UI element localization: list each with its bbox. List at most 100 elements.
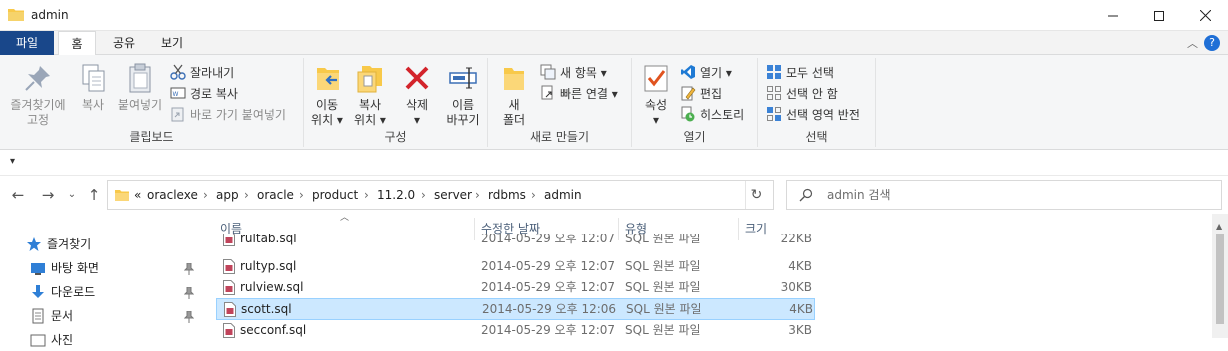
breadcrumb-product[interactable]: product — [312, 181, 358, 209]
select-all-icon — [767, 65, 781, 79]
group-select: 모두 선택 선택 안 함 선택 영역 반전 선택 — [758, 58, 876, 147]
tab-share[interactable]: 공유 — [104, 31, 144, 55]
edit-button[interactable]: 편집 — [680, 85, 722, 104]
move-to-label-2: 위치 ▾ — [311, 113, 343, 127]
breadcrumb-overflow[interactable]: « — [134, 181, 141, 209]
new-item-button[interactable]: 새 항목 ▾ — [540, 64, 607, 83]
breadcrumb-separator[interactable]: › — [299, 181, 304, 209]
tab-file[interactable]: 파일 — [0, 31, 54, 55]
copy-icon — [82, 64, 105, 92]
properties-label: 속성 — [644, 98, 668, 112]
vertical-scrollbar[interactable]: ▲ — [1212, 214, 1228, 338]
navigation-pane: 즐겨찾기 바탕 화면 다운로드 문서 사진 — [0, 214, 206, 347]
invert-selection-button[interactable]: 선택 영역 반전 — [766, 106, 860, 125]
file-date: 2014-05-29 오후 12:07 — [481, 259, 616, 273]
select-none-button[interactable]: 선택 안 함 — [766, 85, 838, 104]
back-arrow-icon[interactable]: ← — [8, 185, 28, 205]
breadcrumb-app[interactable]: app — [216, 181, 239, 209]
breadcrumb-separator[interactable]: › — [203, 181, 208, 209]
group-organize: 이동 위치 ▾ 복사 위치 ▾ 삭제 ▾ 이름 바꾸기 구성 — [304, 58, 488, 147]
breadcrumb-separator[interactable]: › — [421, 181, 426, 209]
customize-quick-access-icon[interactable]: ▾ — [10, 156, 15, 167]
nav-item-pictures[interactable]: 사진 — [30, 329, 73, 351]
minimize-button[interactable] — [1090, 0, 1136, 31]
pin-icon[interactable] — [184, 263, 194, 275]
table-row[interactable]: rultab.sql 2014-05-29 오후 12:07 SQL 원본 파일… — [216, 234, 815, 249]
pin-icon[interactable] — [184, 311, 194, 323]
open-button[interactable]: 열기 ▾ — [680, 64, 732, 83]
pictures-icon — [30, 334, 46, 347]
copy-button[interactable]: 복사 — [74, 62, 112, 113]
properties-button[interactable]: 속성 ▾ — [638, 62, 674, 128]
sql-file-icon — [223, 234, 235, 246]
breadcrumb-server[interactable]: server — [434, 181, 472, 209]
new-folder-label-2: 폴더 — [502, 113, 526, 127]
breadcrumb-admin[interactable]: admin — [544, 181, 582, 209]
refresh-icon[interactable]: ↻ — [745, 181, 767, 209]
breadcrumb-separator[interactable]: › — [364, 181, 369, 209]
select-all-button[interactable]: 모두 선택 — [766, 64, 834, 83]
scrollbar-thumb[interactable] — [1216, 234, 1224, 324]
nav-item-documents[interactable]: 문서 — [30, 305, 73, 327]
group-clipboard: 즐겨찾기에 고정 복사 붙여넣기 잘라내기 W 경로 복사 바로 가기 붙여넣기… — [0, 58, 304, 147]
download-arrow-icon — [32, 285, 44, 298]
file-size: 4KB — [788, 259, 812, 273]
breadcrumb-separator[interactable]: › — [475, 181, 480, 209]
up-arrow-icon[interactable]: ↑ — [84, 185, 104, 205]
nav-item-downloads[interactable]: 다운로드 — [30, 281, 95, 303]
ribbon-collapse-icon[interactable]: ︿ — [1187, 35, 1198, 51]
svg-text:W: W — [173, 91, 179, 98]
nav-label: 바탕 화면 — [51, 261, 99, 275]
nav-item-quick-access[interactable]: 즐겨찾기 — [26, 233, 91, 255]
tab-home[interactable]: 홈 — [58, 31, 96, 56]
sql-file-icon — [223, 259, 235, 274]
pin-icon[interactable] — [184, 287, 194, 299]
close-icon — [1199, 10, 1211, 21]
maximize-button[interactable] — [1136, 0, 1182, 31]
paste-shortcut-icon — [171, 107, 184, 122]
close-button[interactable] — [1182, 0, 1228, 31]
paste-shortcut-button[interactable]: 바로 가기 붙여넣기 — [170, 106, 286, 125]
table-row[interactable]: rultyp.sql 2014-05-29 오후 12:07 SQL 원본 파일… — [216, 256, 815, 277]
help-icon[interactable]: ? — [1204, 35, 1220, 51]
open-group-label: 열기 — [683, 130, 706, 144]
forward-arrow-icon[interactable]: → — [38, 185, 58, 205]
recent-locations-icon[interactable]: ⌄ — [62, 185, 82, 205]
breadcrumb-oraclexe[interactable]: oraclexe — [147, 181, 198, 209]
nav-label: 즐겨찾기 — [47, 237, 92, 251]
file-type: SQL 원본 파일 — [625, 259, 701, 273]
table-row[interactable]: rulview.sql 2014-05-29 오후 12:07 SQL 원본 파… — [216, 277, 815, 298]
breadcrumb-rdbms[interactable]: rdbms — [488, 181, 526, 209]
pin-quick-access-button[interactable]: 즐겨찾기에 고정 — [6, 62, 70, 128]
breadcrumb-oracle[interactable]: oracle — [257, 181, 294, 209]
select-none-icon — [767, 86, 781, 100]
vscode-icon — [681, 65, 695, 79]
easy-access-button[interactable]: 빠른 연결 ▾ — [540, 85, 618, 104]
new-folder-label-1: 새 — [508, 98, 520, 112]
table-row-selected[interactable]: scott.sql 2014-05-29 오후 12:06 SQL 원본 파일 … — [216, 298, 815, 320]
breadcrumb-version[interactable]: 11.2.0 — [377, 181, 415, 209]
history-button[interactable]: 히스토리 — [680, 106, 744, 125]
pin-icon — [25, 66, 50, 91]
rename-button[interactable]: 이름 바꾸기 — [442, 62, 484, 128]
history-icon — [681, 106, 695, 122]
easy-access-icon — [541, 85, 553, 100]
cut-button[interactable]: 잘라내기 — [170, 64, 234, 83]
file-date: 2014-05-29 오후 12:07 — [481, 234, 616, 245]
group-new: 새 폴더 새 항목 ▾ 빠른 연결 ▾ 새로 만들기 — [488, 58, 632, 147]
new-folder-button[interactable]: 새 폴더 — [494, 62, 534, 128]
window-title: admin — [31, 8, 69, 22]
nav-item-desktop[interactable]: 바탕 화면 — [30, 257, 99, 279]
delete-button[interactable]: 삭제 ▾ — [400, 62, 434, 128]
copy-path-button[interactable]: W 경로 복사 — [170, 85, 238, 104]
move-to-button[interactable]: 이동 위치 ▾ — [308, 62, 346, 128]
scroll-up-icon[interactable]: ▲ — [1216, 222, 1222, 231]
address-bar[interactable]: « oraclexe › app › oracle › product › 11… — [107, 180, 841, 210]
breadcrumb-separator[interactable]: › — [244, 181, 249, 209]
copy-to-button[interactable]: 복사 위치 ▾ — [350, 62, 390, 128]
search-box[interactable]: admin 검색 — [786, 180, 1222, 210]
copy-path-label: 경로 복사 — [190, 87, 238, 101]
tab-view[interactable]: 보기 — [152, 31, 192, 55]
breadcrumb-separator[interactable]: › — [531, 181, 536, 209]
paste-button[interactable]: 붙여넣기 — [114, 62, 166, 113]
